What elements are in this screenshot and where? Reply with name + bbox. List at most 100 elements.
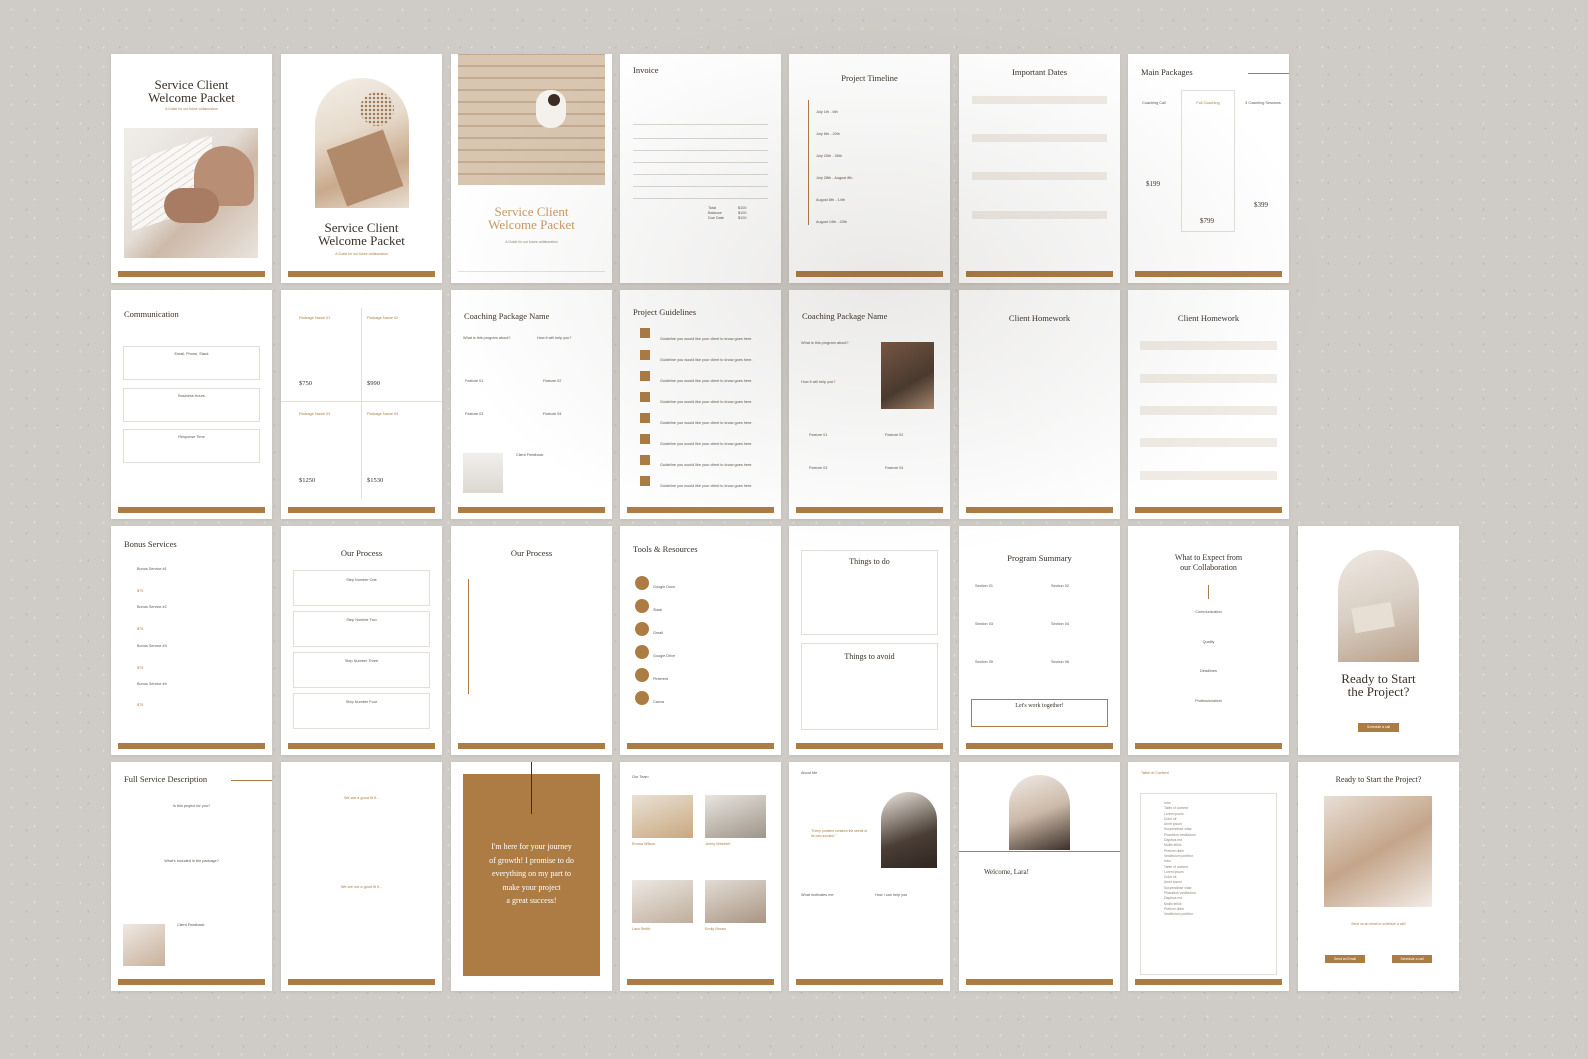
page-ready-contact: Ready to Start the Project? Send us an e… — [1298, 762, 1459, 991]
package-name: Package Name 03 — [299, 412, 331, 416]
package-price: $399 — [1254, 201, 1268, 209]
camera-photo — [881, 342, 934, 409]
team-member-name: Jenny Wheeler — [705, 842, 731, 846]
feedback-label: Client Feedback — [177, 923, 205, 927]
cover-subtitle: A Guide for our future collaboration — [505, 240, 558, 244]
schedule-call-button[interactable]: Schedule a call — [1358, 723, 1399, 732]
guideline-item: Guideline you would like your client to … — [660, 379, 753, 383]
tool-name: Slack — [653, 608, 663, 612]
send-email-button[interactable]: Send an Email — [1325, 955, 1365, 963]
page-footer-bar — [966, 507, 1113, 513]
page-main-packages: Main Packages Coaching Call Full Coachin… — [1128, 54, 1289, 283]
feature-label: Feature 03 — [809, 466, 828, 470]
section-label: Section 02 — [1051, 584, 1069, 588]
page-our-team: Our Team Emma Wilson Jenny Wheeler Lara … — [620, 762, 781, 991]
question-label: What is this program about? — [463, 336, 511, 340]
cta-text: Let's work together! — [1015, 703, 1064, 709]
coaching-title: Coaching Package Name — [464, 311, 550, 321]
timeline-date: July 28th - August 8th — [816, 176, 853, 180]
expect-title-line2: our Collaboration — [1180, 563, 1237, 572]
page-footer-bar — [458, 271, 605, 277]
page-coaching-package: Coaching Package Name What is this progr… — [451, 290, 612, 519]
page-footer-bar — [118, 743, 265, 749]
package-price: $799 — [1200, 217, 1214, 225]
about-quote: "Every problem contains the seeds of its… — [811, 829, 868, 838]
package-name: Package Name 01 — [299, 316, 331, 320]
package-name: Package Name 02 — [367, 316, 399, 320]
service-title: Full Service Description — [124, 774, 208, 784]
page-footer-bar — [288, 507, 435, 513]
process-step: Step Number One — [346, 578, 377, 582]
quote-line: everything on my part to — [491, 869, 572, 878]
package-price: $750 — [299, 380, 312, 387]
avoid-title: Things to avoid — [844, 652, 895, 661]
feature-label: Feature 01 — [465, 379, 484, 383]
stairs-photo — [458, 54, 605, 185]
invoice-due-value: $100 — [738, 216, 747, 220]
expect-item: Professionalism — [1195, 699, 1222, 703]
question-label: How it will help you? — [537, 336, 572, 340]
service-question: Is this project for you? — [172, 804, 211, 808]
timeline-date: August 14th - 20th — [816, 220, 848, 224]
schedule-call-button[interactable]: Schedule a call — [1392, 955, 1432, 963]
page-cover-stairs: Service Client Welcome Packet A Guide fo… — [451, 54, 612, 283]
ready-title-line2: the Project? — [1347, 684, 1410, 699]
page-bonus-services: Bonus Services Bonus Service #1 $79 Bonu… — [111, 526, 272, 755]
homework-title: Client Homework — [1177, 313, 1240, 323]
page-our-process: Our Process Step Number One Step Number … — [281, 526, 442, 755]
timeline-title: Project Timeline — [841, 73, 898, 83]
cover-title-line2: Welcome Packet — [318, 233, 405, 248]
contact-cta: Send us an email or schedule a call! — [1351, 922, 1406, 926]
question-label: How it will help you? — [801, 380, 836, 384]
toc-title: Table of Content — [1141, 771, 1169, 775]
page-client-homework: Client Homework — [959, 290, 1120, 519]
bonus-title: Bonus Services — [124, 539, 177, 549]
page-footer-bar — [1135, 979, 1282, 985]
communication-title: Communication — [124, 309, 179, 319]
page-ready-start: Ready to Start the Project? Schedule a c… — [1298, 526, 1459, 755]
about-title: About Me — [801, 771, 818, 775]
feature-label: Feature 02 — [885, 433, 904, 437]
feature-label: Feature 04 — [885, 466, 904, 470]
page-footer-bar — [458, 743, 605, 749]
page-footer-bar — [627, 507, 774, 513]
page-welcome: Welcome, Lara! — [959, 762, 1120, 991]
section-label: Section 01 — [975, 584, 993, 588]
page-client-homework-2: Client Homework — [1128, 290, 1289, 519]
expect-item: Communication — [1195, 610, 1222, 614]
timeline-date: July 1th - 6th — [816, 110, 838, 114]
page-tools-resources: Tools & Resources Google Docs Slack Gmai… — [620, 526, 781, 755]
guideline-item: Guideline you would like your client to … — [660, 484, 753, 488]
coaching-title: Coaching Package Name — [802, 311, 888, 321]
bonus-price: $79 — [137, 703, 144, 707]
feature-label: Feature 02 — [543, 379, 562, 383]
invoice-title: Invoice — [633, 65, 659, 75]
quote-line: a great success! — [506, 896, 557, 905]
page-cover: Service Client Welcome Packet A Guide fo… — [111, 54, 272, 283]
team-title: Our Team — [632, 775, 649, 779]
page-footer-bar — [966, 743, 1113, 749]
page-footer-bar — [627, 979, 774, 985]
page-things-todo: Things to do Things to avoid — [789, 526, 950, 755]
toc-entry[interactable]: Vestibulum porttitor — [1164, 912, 1196, 917]
page-footer-bar — [118, 507, 265, 513]
dates-title: Important Dates — [1012, 67, 1067, 77]
page-footer-bar — [118, 271, 265, 277]
good-fit-heading: We are a good fit if... — [344, 796, 379, 800]
page-footer-bar — [796, 271, 943, 277]
page-good-fit: We are a good fit if... We are not a goo… — [281, 762, 442, 991]
bad-fit-heading: We are not a good fit if... — [340, 885, 383, 889]
page-project-timeline: Project Timeline July 1th - 6th July 6th… — [789, 54, 950, 283]
section-label: Section 05 — [975, 660, 993, 664]
feature-label: Feature 04 — [543, 412, 562, 416]
bonus-item: Bonus Service #2 — [137, 605, 167, 609]
guideline-item: Guideline you would like your client to … — [660, 337, 753, 341]
page-footer-bar — [1135, 507, 1282, 513]
page-cover-arch: Service Client Welcome Packet A Guide fo… — [281, 54, 442, 283]
page-footer-bar — [288, 271, 435, 277]
tool-name: Canva — [653, 700, 664, 704]
ready-title: Ready to Start the Project? — [1335, 775, 1422, 784]
toc-entry[interactable]: Suspendisse vitae — [1164, 827, 1196, 832]
service-question: What's included in the package? — [164, 859, 219, 863]
team-photo — [705, 795, 766, 838]
